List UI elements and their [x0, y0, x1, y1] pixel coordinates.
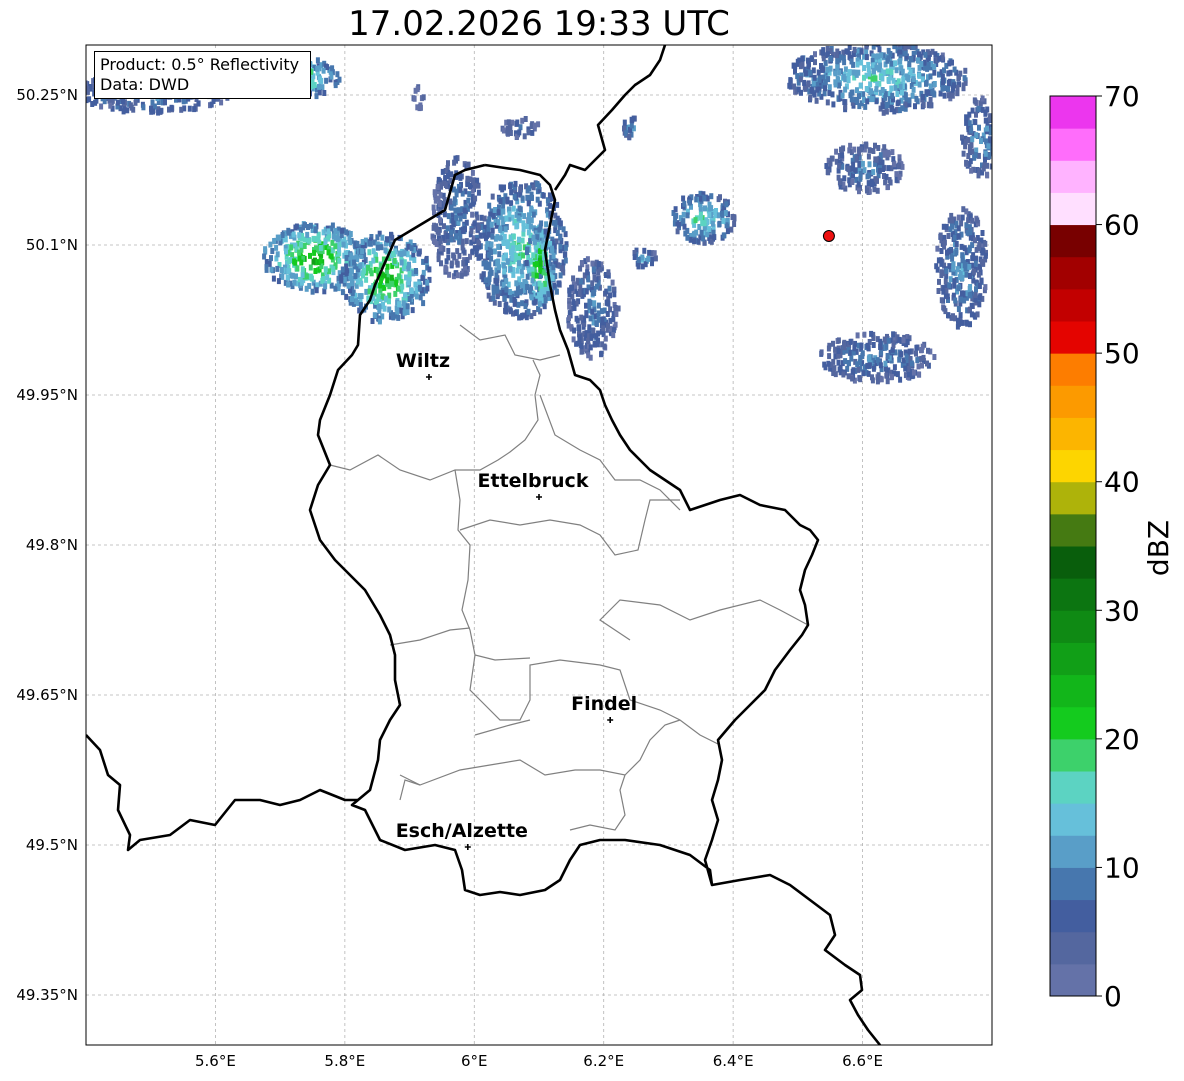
colorbar-segment [1050, 899, 1096, 933]
city-label: Ettelbruck [478, 470, 589, 492]
colorbar-segment [1050, 963, 1096, 997]
colorbar-segment [1050, 931, 1096, 965]
colorbar-tick-label: 40 [1104, 466, 1140, 499]
colorbar-segment [1050, 353, 1096, 386]
colorbar-segment [1050, 642, 1096, 676]
colorbar-segment [1050, 578, 1096, 611]
lat-tick-label: 49.65°N [16, 686, 78, 704]
colorbar-segment [1050, 321, 1096, 354]
lon-tick-label: 5.8°E [324, 1052, 365, 1070]
lon-tick-label: 6.4°E [713, 1052, 754, 1070]
colorbar-segment [1050, 803, 1096, 836]
colorbar-segment [1050, 706, 1096, 740]
colorbar-segment [1050, 449, 1096, 483]
lat-tick-label: 49.35°N [16, 986, 78, 1004]
colorbar-segment [1050, 513, 1096, 547]
latitude-ticks: 50.25°N 50.1°N 49.95°N 49.8°N 49.65°N 49.5°N 4… [16, 86, 78, 1004]
city-label: Findel [571, 693, 637, 715]
city-label: Esch/Alzette [396, 820, 528, 842]
colorbar-segment [1050, 128, 1096, 161]
colorbar-segment [1050, 256, 1096, 290]
colorbar-segment [1050, 867, 1096, 901]
colorbar-tick-label: 10 [1104, 851, 1140, 884]
colorbar-segment [1050, 160, 1096, 193]
colorbar-segment [1050, 481, 1096, 515]
colorbar-tick-label: 0 [1104, 980, 1122, 1013]
colorbar-segment [1050, 610, 1096, 643]
colorbar-tick-label: 20 [1104, 723, 1140, 756]
colorbar-label: dBZ [1142, 520, 1175, 576]
city-label: Wiltz [396, 350, 450, 372]
lon-tick-label: 6°E [461, 1052, 488, 1070]
colorbar-segment [1050, 288, 1096, 322]
colorbar-segment [1050, 674, 1096, 708]
lat-tick-label: 50.1°N [26, 236, 78, 254]
colorbar-segment [1050, 417, 1096, 451]
longitude-ticks: 5.6°E 5.8°E 6°E 6.2°E 6.4°E 6.6°E [195, 1052, 883, 1070]
colorbar: 0 10 20 30 40 50 60 70 dBZ [1049, 80, 1175, 1013]
colorbar-segment [1050, 738, 1096, 772]
colorbar-segment [1050, 224, 1096, 258]
colorbar-tick-label: 70 [1104, 80, 1140, 113]
colorbar-segment [1050, 385, 1096, 418]
colorbar-tick-label: 60 [1104, 209, 1140, 242]
lat-tick-label: 50.25°N [16, 86, 78, 104]
lat-tick-label: 49.95°N [16, 386, 78, 404]
product-label: Product: 0.5° Reflectivity [100, 55, 300, 74]
lat-tick-label: 49.5°N [26, 836, 78, 854]
colorbar-segment [1050, 192, 1096, 226]
radar-site-marker [822, 230, 835, 242]
data-source-label: Data: DWD [100, 75, 190, 94]
lon-tick-label: 6.6°E [842, 1052, 883, 1070]
colorbar-segment [1050, 96, 1096, 129]
radar-site-layer [822, 230, 835, 242]
lon-tick-label: 5.6°E [195, 1052, 236, 1070]
lat-tick-label: 49.8°N [26, 536, 78, 554]
info-box: Product: 0.5° Reflectivity Data: DWD [94, 51, 311, 99]
colorbar-segment [1050, 835, 1096, 868]
colorbar-tick-label: 30 [1104, 594, 1140, 627]
radar-map: Wiltz Ettelbruck Findel Esch/Alzette 50.25°… [16, 44, 1175, 1070]
colorbar-segment [1050, 546, 1096, 579]
lon-tick-label: 6.2°E [583, 1052, 624, 1070]
colorbar-segment [1050, 771, 1096, 804]
colorbar-tick-label: 50 [1104, 337, 1140, 370]
